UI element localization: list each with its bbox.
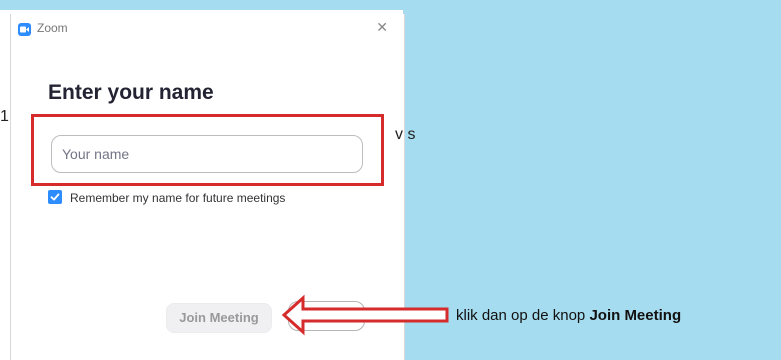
instruction-annotation: klik dan op de knop Join Meeting — [456, 307, 681, 324]
annotation-bold-text: Join Meeting — [589, 307, 682, 324]
left-arrow-icon — [281, 294, 449, 336]
annotation-text: klik dan op de knop — [456, 307, 590, 324]
